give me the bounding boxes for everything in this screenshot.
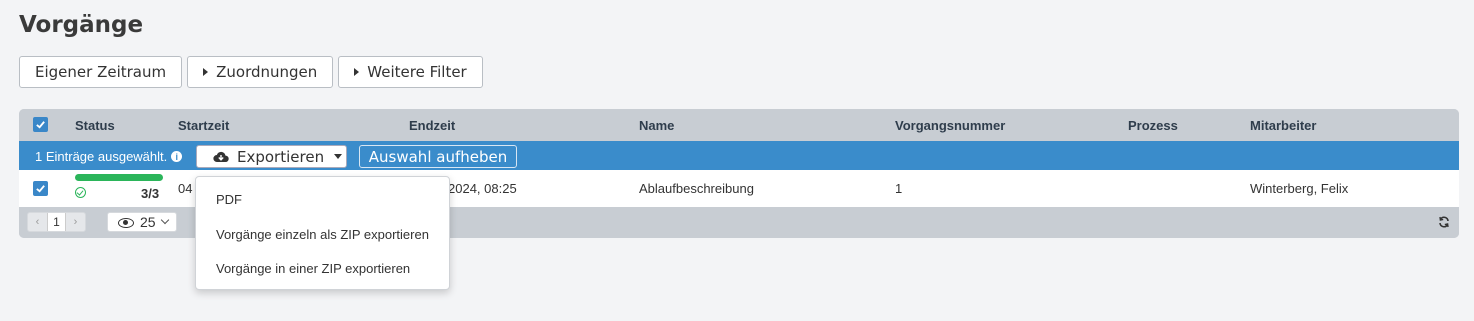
check-circle-icon — [75, 187, 86, 198]
page-size-value: 25 — [140, 214, 156, 230]
check-icon — [36, 121, 45, 129]
caret-right-icon — [203, 68, 209, 76]
row-checkbox[interactable] — [33, 181, 48, 196]
filter-bar: Eigener Zeitraum Zuordnungen Weitere Fil… — [19, 56, 483, 88]
status-progress-bar — [75, 174, 163, 181]
table-header: Status Startzeit Endzeit Name Vorgangsnu… — [19, 109, 1459, 141]
select-all-checkbox[interactable] — [33, 117, 48, 132]
column-header-name[interactable]: Name — [639, 118, 674, 133]
page-size-select[interactable]: 25 — [107, 212, 177, 232]
column-header-endzeit[interactable]: Endzeit — [409, 118, 455, 133]
column-header-mitarbeiter[interactable]: Mitarbeiter — [1250, 118, 1316, 133]
column-header-vorgangsnummer[interactable]: Vorgangsnummer — [895, 118, 1005, 133]
export-dropdown-menu: PDF Vorgänge einzeln als ZIP exportieren… — [195, 176, 450, 290]
info-icon[interactable]: i — [171, 151, 183, 162]
cell-endzeit: 2024, 08:25 — [448, 181, 517, 196]
filter-custom-period-button[interactable]: Eigener Zeitraum — [19, 56, 183, 88]
cell-name: Ablaufbeschreibung — [639, 181, 754, 196]
menu-item-zip-combined[interactable]: Vorgänge in einer ZIP exportieren — [216, 261, 410, 276]
clear-selection-button[interactable]: Auswahl aufheben — [359, 145, 517, 168]
filter-label: Eigener Zeitraum — [35, 63, 167, 81]
selection-info: 1 Einträge ausgewählt. i — [35, 149, 183, 164]
column-header-prozess[interactable]: Prozess — [1128, 118, 1178, 133]
export-label: Exportieren — [237, 147, 325, 166]
selection-bar: 1 Einträge ausgewählt. i Exportieren Aus… — [19, 141, 1459, 170]
cloud-download-icon — [213, 151, 229, 162]
export-button[interactable]: Exportieren — [196, 145, 347, 168]
column-header-startzeit[interactable]: Startzeit — [178, 118, 229, 133]
pagination: ‹ 1 › — [27, 212, 86, 232]
selection-count: 1 Einträge ausgewählt. — [35, 149, 168, 164]
refresh-icon[interactable] — [1438, 216, 1450, 228]
eye-icon — [118, 216, 134, 228]
chevron-down-icon — [160, 215, 169, 225]
filter-label: Zuordnungen — [216, 63, 318, 81]
page-title: Vorgänge — [19, 12, 144, 38]
prev-page-button[interactable]: ‹ — [28, 213, 47, 231]
check-icon — [36, 185, 45, 193]
caret-down-icon — [334, 154, 343, 159]
caret-right-icon — [354, 68, 360, 76]
filter-label: Weitere Filter — [367, 63, 467, 81]
filter-more-button[interactable]: Weitere Filter — [338, 56, 483, 88]
cell-startzeit: 04 — [178, 181, 193, 196]
filter-assignments-button[interactable]: Zuordnungen — [187, 56, 334, 88]
column-header-status[interactable]: Status — [75, 118, 115, 133]
menu-item-pdf[interactable]: PDF — [216, 192, 242, 207]
current-page[interactable]: 1 — [47, 213, 66, 231]
menu-item-zip-single[interactable]: Vorgänge einzeln als ZIP exportieren — [216, 227, 429, 242]
next-page-button[interactable]: › — [66, 213, 85, 231]
cell-vorgangsnummer: 1 — [895, 181, 903, 196]
cell-mitarbeiter: Winterberg, Felix — [1250, 181, 1349, 196]
status-count: 3/3 — [141, 186, 160, 201]
